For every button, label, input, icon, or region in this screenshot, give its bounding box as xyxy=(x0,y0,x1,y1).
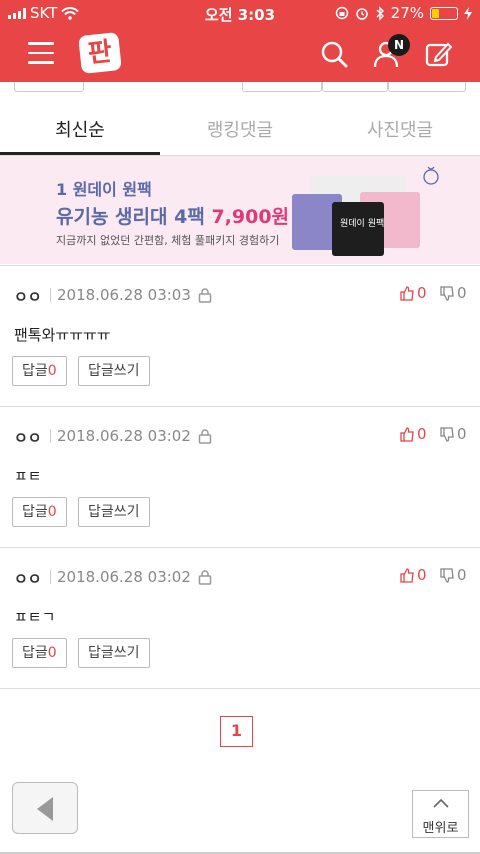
comment-text: ㅍㅌㄱ xyxy=(14,608,56,626)
write-reply-button[interactable]: 답글쓰기 xyxy=(78,638,150,668)
notification-badge: N xyxy=(388,34,410,56)
charging-icon xyxy=(464,6,472,20)
chevron-up-icon xyxy=(433,798,449,808)
profile-button[interactable]: N xyxy=(372,34,410,68)
comment-date: 2018.06.28 03:03 xyxy=(57,286,191,304)
thumbs-up-icon xyxy=(400,426,414,442)
like-button[interactable]: 0 xyxy=(400,284,427,302)
battery-percent: 27% xyxy=(390,4,424,22)
divider xyxy=(50,429,51,443)
ad-subtitle: 지금까지 없었던 간편함, 체험 풀패키지 경험하기 xyxy=(56,234,280,247)
comment-author: ㅇㅇ xyxy=(14,429,42,447)
status-bar: SKT 오전 3:03 27% xyxy=(0,0,480,26)
ad-headline: 1 원데이 원팩 xyxy=(56,180,152,199)
brand-icon xyxy=(423,166,439,185)
scroll-top-label: 맨위로 xyxy=(422,821,459,836)
lock-icon xyxy=(198,429,212,444)
tab-latest[interactable]: 최신순 xyxy=(0,108,160,155)
lock-icon xyxy=(198,288,212,303)
ad-title: 유기농 생리대 4팩 7,900원 xyxy=(56,206,290,228)
back-arrow-icon xyxy=(37,797,53,821)
comment-text: 팬톡와ㅠㅠㅠㅠ xyxy=(14,326,111,344)
alarm-icon xyxy=(355,8,368,20)
sort-tabs: 최신순 랭킹댓글 사진댓글 xyxy=(0,108,480,156)
comment-text: ㅍㅌ xyxy=(14,467,42,485)
app-header: SKT 오전 3:03 27% 판 N xyxy=(0,0,480,82)
write-icon[interactable] xyxy=(424,40,452,68)
like-button[interactable]: 0 xyxy=(400,425,427,443)
lock-icon xyxy=(198,570,212,585)
write-reply-button[interactable]: 답글쓰기 xyxy=(78,497,150,527)
partial-controls xyxy=(0,82,480,94)
thumbs-down-icon xyxy=(440,426,454,442)
tab-ranking[interactable]: 랭킹댓글 xyxy=(160,108,320,155)
comment-item: ㅇㅇ 2018.06.28 03:02 0 0 ㅍㅌ 답글0 답글쓰기 xyxy=(0,406,480,548)
dislike-button[interactable]: 0 xyxy=(440,284,467,302)
scroll-top-button[interactable]: 맨위로 xyxy=(412,790,469,838)
reply-count-button[interactable]: 답글0 xyxy=(12,356,67,386)
comment-item: ㅇㅇ 2018.06.28 03:02 0 0 ㅍㅌㄱ 답글0 답글쓰기 xyxy=(0,547,480,689)
thumbs-up-icon xyxy=(400,567,414,583)
comment-date: 2018.06.28 03:02 xyxy=(57,568,191,586)
page-number-current[interactable]: 1 xyxy=(220,716,253,747)
ad-banner[interactable]: 1 원데이 원팩 유기농 생리대 4팩 7,900원 지금까지 없었던 간편함,… xyxy=(0,156,480,264)
reply-count-button[interactable]: 답글0 xyxy=(12,497,67,527)
thumbs-down-icon xyxy=(440,567,454,583)
comment-author: ㅇㅇ xyxy=(14,288,42,306)
divider xyxy=(50,570,51,584)
dislike-button[interactable]: 0 xyxy=(440,566,467,584)
lock-rotation-icon xyxy=(335,6,348,20)
reply-count-button[interactable]: 답글0 xyxy=(12,638,67,668)
dislike-button[interactable]: 0 xyxy=(440,425,467,443)
divider xyxy=(50,288,51,302)
comment-item: ㅇㅇ 2018.06.28 03:03 0 0 팬톡와ㅠㅠㅠㅠ 답글0 답글쓰기 xyxy=(0,265,480,407)
back-button[interactable] xyxy=(12,782,78,834)
divider xyxy=(0,688,480,689)
battery-icon xyxy=(430,6,458,20)
menu-icon[interactable] xyxy=(28,42,54,64)
comment-date: 2018.06.28 03:02 xyxy=(57,427,191,445)
thumbs-down-icon xyxy=(440,285,454,301)
app-logo[interactable]: 판 xyxy=(78,32,122,74)
comment-author: ㅇㅇ xyxy=(14,570,42,588)
nav-bar: 판 N xyxy=(0,26,480,82)
search-icon[interactable] xyxy=(320,40,348,68)
thumbs-up-icon xyxy=(400,285,414,301)
write-reply-button[interactable]: 답글쓰기 xyxy=(78,356,150,386)
tab-photo[interactable]: 사진댓글 xyxy=(320,108,480,155)
bluetooth-icon xyxy=(376,5,384,21)
like-button[interactable]: 0 xyxy=(400,566,427,584)
